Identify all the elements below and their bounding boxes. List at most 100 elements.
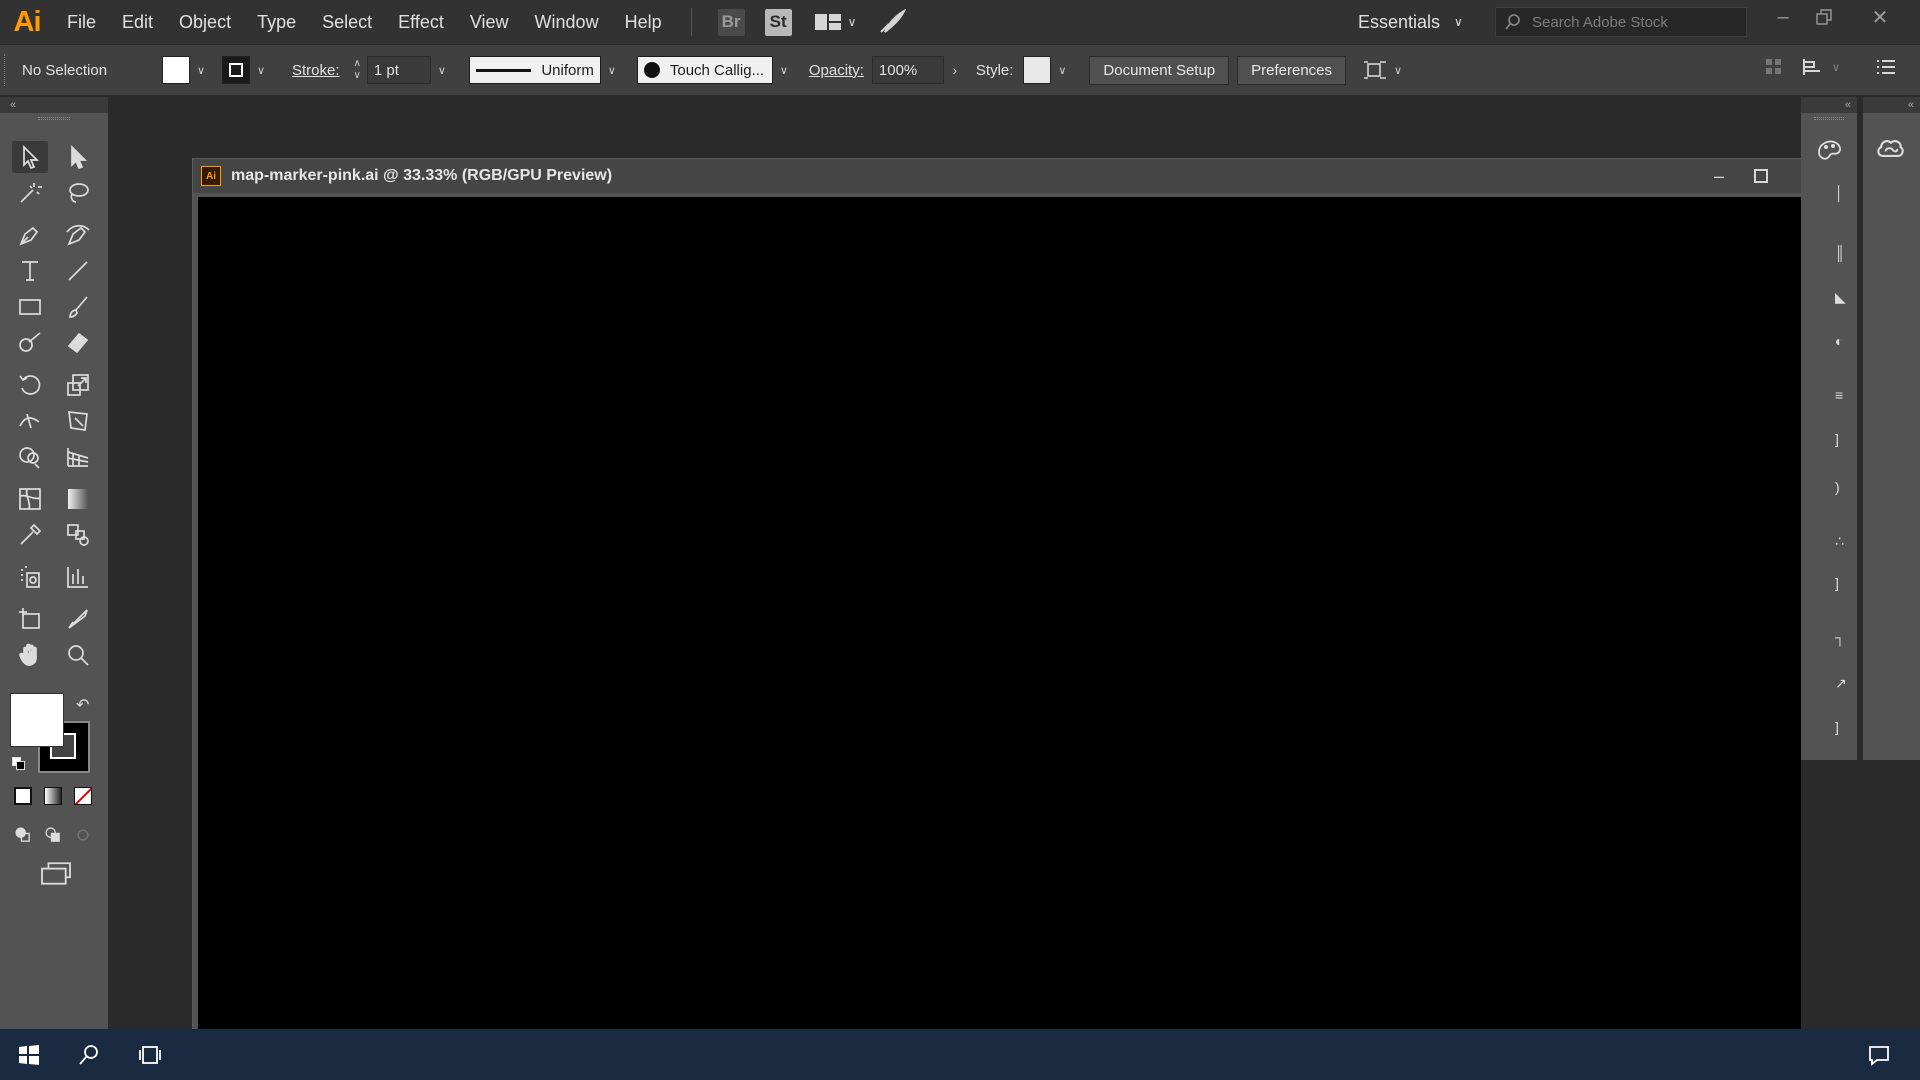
shaper-tool[interactable] — [12, 327, 48, 359]
color-panel-button[interactable] — [1815, 135, 1845, 165]
minimize-button[interactable]: ‒ — [1761, 0, 1805, 34]
search-button[interactable] — [65, 1029, 113, 1080]
free-transform-tool[interactable] — [60, 405, 96, 437]
scale-tool[interactable] — [60, 369, 96, 401]
line-segment-tool[interactable] — [60, 255, 96, 287]
menu-effect[interactable]: Effect — [385, 0, 457, 44]
menu-edit[interactable]: Edit — [109, 0, 166, 44]
menu-file[interactable]: File — [54, 0, 109, 44]
color-mode-button[interactable] — [14, 787, 32, 805]
menu-object[interactable]: Object — [166, 0, 244, 44]
tools-panel-grip[interactable] — [0, 113, 108, 123]
panel-button-d[interactable]: ◐ — [1835, 333, 1843, 349]
opacity-label[interactable]: Opacity: — [809, 62, 864, 79]
fill-color-box[interactable] — [10, 693, 64, 747]
panel-button-f[interactable]: ] — [1835, 431, 1839, 447]
none-mode-button[interactable] — [74, 787, 92, 805]
panel-button-a[interactable]: │ — [1835, 185, 1844, 201]
brush-dropdown[interactable]: ∨ — [773, 56, 795, 84]
draw-behind-button[interactable] — [38, 821, 68, 849]
rectangle-tool[interactable] — [12, 291, 48, 323]
column-graph-tool[interactable] — [60, 561, 96, 593]
paintbrush-tool[interactable] — [60, 291, 96, 323]
cc-libraries-button[interactable] — [1875, 133, 1905, 163]
document-setup-button[interactable]: Document Setup — [1089, 55, 1230, 85]
panel-button-j[interactable]: ┐ — [1835, 629, 1845, 645]
brush-definition[interactable]: Touch Callig... — [636, 56, 773, 84]
default-fill-stroke-button[interactable] — [12, 757, 26, 771]
transform-button[interactable]: ∨ — [1802, 57, 1840, 77]
hand-tool[interactable] — [12, 639, 48, 671]
panel-button-b[interactable]: ║ — [1835, 245, 1845, 261]
panel-dock-grip[interactable] — [1801, 113, 1857, 123]
gradient-tool[interactable] — [60, 483, 96, 515]
restore-button[interactable] — [1802, 0, 1846, 34]
draw-inside-button[interactable] — [68, 821, 98, 849]
close-button[interactable]: ✕ — [1858, 0, 1902, 34]
selection-tool[interactable] — [12, 141, 48, 173]
shape-builder-tool[interactable] — [12, 441, 48, 473]
zoom-tool[interactable] — [60, 639, 96, 671]
eraser-tool[interactable] — [60, 327, 96, 359]
style-swatch[interactable] — [1023, 56, 1052, 84]
panel-button-c[interactable]: ◣ — [1835, 289, 1846, 306]
document-title-bar[interactable]: Ai map-marker-pink.ai @ 33.33% (RGB/GPU … — [193, 159, 1838, 193]
fill-swatch[interactable] — [162, 56, 190, 84]
eyedropper-tool[interactable] — [12, 519, 48, 551]
preferences-button[interactable]: Preferences — [1237, 55, 1347, 85]
artboard-canvas[interactable] — [198, 197, 1810, 1080]
stroke-weight-field[interactable]: 1 pt — [366, 56, 431, 84]
perspective-grid-tool[interactable] — [60, 441, 96, 473]
direct-selection-tool[interactable] — [60, 141, 96, 173]
menu-help[interactable]: Help — [612, 0, 675, 44]
opacity-expand[interactable]: › — [944, 56, 966, 84]
menu-type[interactable]: Type — [244, 0, 309, 44]
menu-view[interactable]: View — [457, 0, 522, 44]
panel-button-g[interactable]: ) — [1835, 479, 1840, 495]
stroke-swatch[interactable] — [222, 56, 250, 84]
panel-button-e[interactable]: ≡ — [1835, 387, 1843, 403]
panel-menu-button[interactable] — [1876, 58, 1896, 80]
document-maximize-button[interactable] — [1740, 159, 1782, 193]
document-minimize-button[interactable]: ‒ — [1698, 159, 1740, 193]
gpu-performance-button[interactable] — [878, 9, 907, 35]
search-stock-input[interactable]: Search Adobe Stock — [1495, 7, 1747, 37]
align-button[interactable] — [1765, 58, 1783, 80]
change-screen-mode-button[interactable] — [36, 859, 76, 889]
width-tool[interactable] — [12, 405, 48, 437]
blend-tool[interactable] — [60, 519, 96, 551]
workspace-switcher[interactable]: Essentials ∨ — [1358, 0, 1463, 44]
slice-tool[interactable] — [60, 603, 96, 635]
libraries-dock-header[interactable]: « — [1863, 97, 1920, 113]
stroke-weight-dropdown[interactable]: ∨ — [431, 56, 453, 84]
lasso-tool[interactable] — [60, 177, 96, 209]
menu-window[interactable]: Window — [522, 0, 612, 44]
arrange-documents-button[interactable]: ∨ — [814, 11, 856, 33]
gradient-mode-button[interactable] — [44, 787, 62, 805]
panel-button-k[interactable]: ↗ — [1835, 675, 1847, 692]
symbol-sprayer-tool[interactable] — [12, 561, 48, 593]
action-center-button[interactable] — [1855, 1029, 1903, 1080]
select-similar-button[interactable]: ∨ — [1362, 58, 1402, 82]
mesh-tool[interactable] — [12, 483, 48, 515]
stroke-label[interactable]: Stroke: — [292, 62, 340, 79]
tools-panel-header[interactable]: « — [0, 97, 108, 113]
draw-normal-button[interactable] — [8, 821, 38, 849]
fill-dropdown[interactable]: ∨ — [190, 56, 212, 84]
magic-wand-tool[interactable] — [12, 177, 48, 209]
pen-tool[interactable] — [12, 219, 48, 251]
profile-dropdown[interactable]: ∨ — [601, 56, 623, 84]
panel-button-l[interactable]: ] — [1835, 719, 1839, 735]
stock-button[interactable]: St — [764, 8, 792, 36]
start-button[interactable] — [5, 1029, 53, 1080]
artboard-tool[interactable] — [12, 603, 48, 635]
panel-button-h[interactable]: ∴ — [1835, 533, 1844, 550]
style-dropdown[interactable]: ∨ — [1051, 56, 1073, 84]
swap-fill-stroke-button[interactable]: ↶ — [76, 695, 89, 715]
curvature-tool[interactable] — [60, 219, 96, 251]
menu-select[interactable]: Select — [309, 0, 385, 44]
stroke-weight-stepper[interactable]: ∧ ∨ — [354, 58, 361, 82]
type-tool[interactable] — [12, 255, 48, 287]
variable-width-profile[interactable]: Uniform — [468, 56, 601, 84]
rotate-tool[interactable] — [12, 369, 48, 401]
